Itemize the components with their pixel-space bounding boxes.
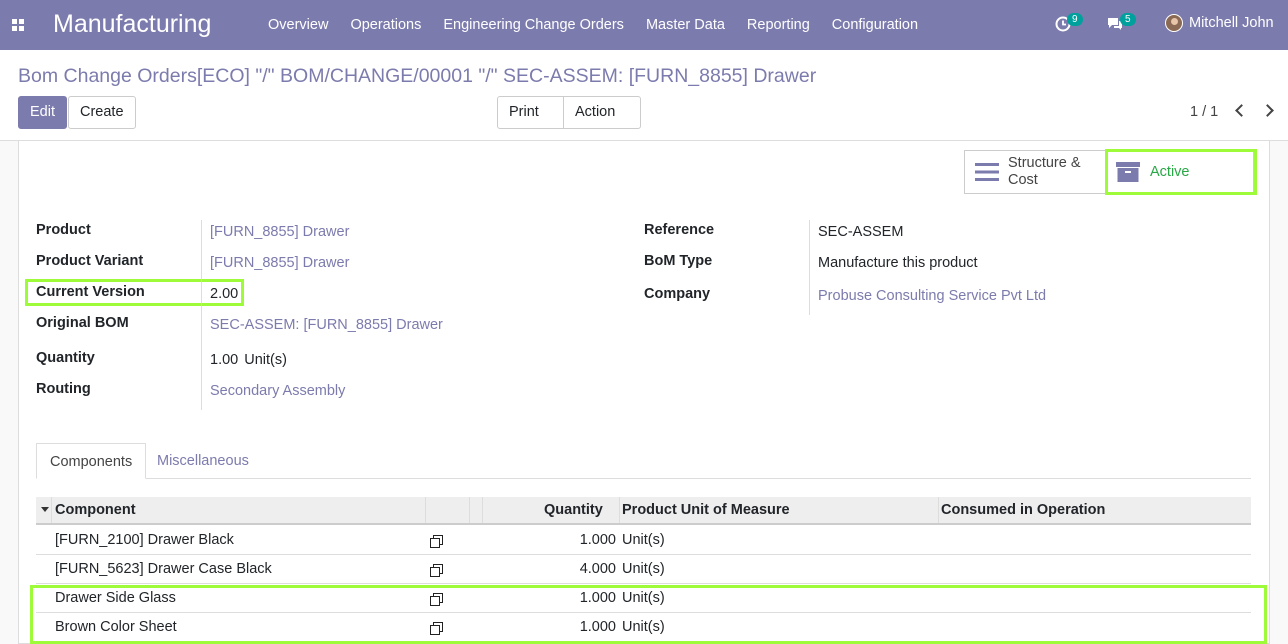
field-separator bbox=[201, 220, 202, 410]
control-panel: Bom Change Orders[ECO] "/" BOM/CHANGE/00… bbox=[0, 50, 1288, 146]
tab-components[interactable]: Components bbox=[36, 443, 147, 479]
print-label: Print bbox=[509, 104, 539, 120]
action-label: Action bbox=[575, 104, 616, 120]
activity-count-badge: 9 bbox=[1067, 13, 1083, 26]
quantity-cell: 1.000 bbox=[579, 532, 616, 548]
reference-label: Reference bbox=[644, 222, 715, 238]
user-name: Mitchell John bbox=[1189, 15, 1274, 31]
uom-cell: Unit(s) bbox=[622, 532, 665, 548]
table-row[interactable]: [FURN_2100] Drawer Black 1.000 Unit(s) bbox=[36, 526, 1251, 555]
user-menu[interactable]: Mitchell John bbox=[1165, 14, 1274, 32]
product-value[interactable]: [FURN_8855] Drawer bbox=[210, 224, 349, 240]
header-product-uom[interactable]: Product Unit of Measure bbox=[622, 497, 790, 523]
list-icon bbox=[975, 163, 999, 181]
reference-value: SEC-ASSEM bbox=[818, 224, 904, 240]
print-dropdown[interactable]: Print bbox=[497, 96, 564, 146]
menu-master-data[interactable]: Master Data bbox=[635, 0, 736, 50]
original-bom-label: Original BOM bbox=[36, 315, 129, 331]
uom-cell: Unit(s) bbox=[622, 561, 665, 577]
routing-value[interactable]: Secondary Assembly bbox=[210, 383, 345, 399]
header-consumed-in-operation[interactable]: Consumed in Operation bbox=[941, 497, 1105, 523]
header-component[interactable]: Component bbox=[55, 497, 136, 523]
action-dropdown[interactable]: Action bbox=[563, 96, 641, 146]
field-separator bbox=[809, 220, 810, 315]
chevron-right-icon[interactable] bbox=[1261, 104, 1274, 117]
header-quantity[interactable]: Quantity bbox=[544, 497, 603, 523]
breadcrumb[interactable]: Bom Change Orders[ECO] "/" BOM/CHANGE/00… bbox=[18, 65, 816, 88]
menu-reporting[interactable]: Reporting bbox=[736, 0, 821, 50]
message-count-badge: 5 bbox=[1120, 13, 1136, 26]
edit-button[interactable]: Edit bbox=[18, 96, 67, 129]
copy-icon[interactable] bbox=[430, 564, 443, 577]
component-cell[interactable]: [FURN_2100] Drawer Black bbox=[55, 526, 234, 555]
chevron-left-icon[interactable] bbox=[1235, 104, 1248, 117]
copy-icon[interactable] bbox=[430, 535, 443, 548]
bom-type-value: Manufacture this product bbox=[818, 255, 978, 271]
bom-type-label: BoM Type bbox=[644, 253, 713, 269]
pager-value[interactable]: 1 / 1 bbox=[1190, 104, 1218, 120]
quantity-cell: 4.000 bbox=[579, 561, 616, 577]
original-bom-value[interactable]: SEC-ASSEM: [FURN_8855] Drawer bbox=[210, 317, 443, 333]
structure-cost-label-line1: Structure & bbox=[1008, 155, 1081, 171]
main-menu: Overview Operations Engineering Change O… bbox=[257, 0, 929, 50]
create-button[interactable]: Create bbox=[68, 96, 136, 129]
menu-engineering-change-orders[interactable]: Engineering Change Orders bbox=[432, 0, 635, 50]
quantity-label: Quantity bbox=[36, 350, 95, 366]
apps-menu-icon[interactable] bbox=[12, 19, 24, 31]
routing-label: Routing bbox=[36, 381, 91, 397]
menu-operations[interactable]: Operations bbox=[339, 0, 432, 50]
caret-down-icon[interactable] bbox=[41, 507, 49, 513]
activity-button[interactable]: 9 bbox=[1055, 13, 1083, 35]
product-variant-label: Product Variant bbox=[36, 253, 144, 269]
avatar bbox=[1165, 14, 1183, 32]
product-label: Product bbox=[36, 222, 91, 238]
menu-configuration[interactable]: Configuration bbox=[821, 0, 929, 50]
tab-miscellaneous[interactable]: Miscellaneous bbox=[144, 443, 262, 479]
active-highlight-box bbox=[1105, 149, 1257, 195]
app-title[interactable]: Manufacturing bbox=[53, 10, 211, 39]
structure-cost-label-line2: Cost bbox=[1008, 172, 1038, 188]
menu-overview[interactable]: Overview bbox=[257, 0, 339, 50]
table-row[interactable]: [FURN_5623] Drawer Case Black 4.000 Unit… bbox=[36, 555, 1251, 584]
component-cell[interactable]: [FURN_5623] Drawer Case Black bbox=[55, 555, 272, 584]
quantity-unit: Unit(s) bbox=[244, 352, 287, 368]
structure-cost-button[interactable]: Structure & Cost bbox=[964, 150, 1106, 194]
quantity-value: 1.00 Unit(s) bbox=[210, 352, 287, 368]
top-navbar: Manufacturing Overview Operations Engine… bbox=[0, 0, 1288, 50]
company-value[interactable]: Probuse Consulting Service Pvt Ltd bbox=[818, 288, 1046, 304]
table-header: Component Quantity Product Unit of Measu… bbox=[36, 497, 1251, 525]
quantity-number: 1.00 bbox=[210, 352, 239, 368]
new-components-highlight-box bbox=[30, 585, 1267, 644]
product-variant-value[interactable]: [FURN_8855] Drawer bbox=[210, 255, 349, 271]
company-label: Company bbox=[644, 286, 711, 302]
current-version-highlight-box bbox=[25, 279, 244, 306]
messages-button[interactable]: 5 bbox=[1106, 13, 1136, 35]
